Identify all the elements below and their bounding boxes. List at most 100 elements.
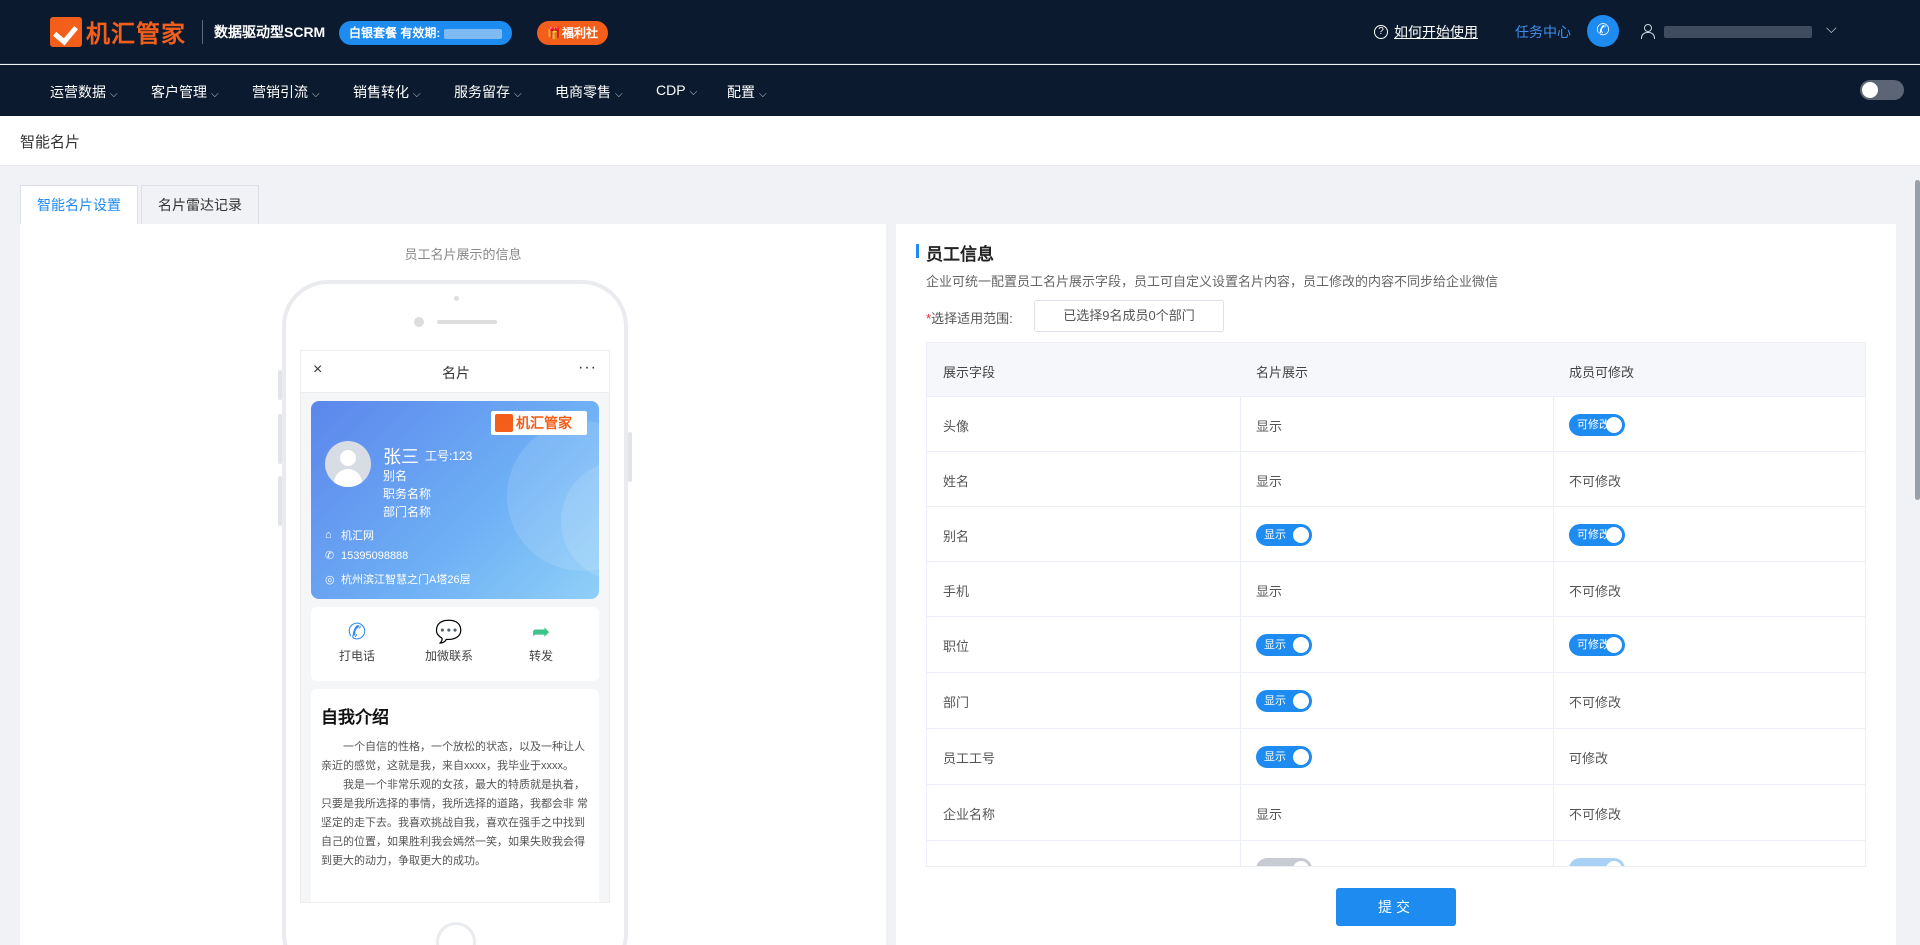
phone-icon: ✆	[325, 550, 335, 562]
main-nav: 运营数据 ⌵ 客户管理 ⌵ 营销引流 ⌵ 销售转化 ⌵ 服务留存 ⌵ 电商零售 ⌵ CDP ⌵…	[0, 65, 1920, 116]
wechat-action[interactable]: 💬 加微联系	[409, 617, 489, 664]
more-icon[interactable]: ···	[578, 359, 597, 377]
field-name: 部门	[943, 695, 970, 710]
card-address-text: 杭州滨江智慧之门A塔26层	[341, 574, 471, 586]
phone-mockup: × 名片 ··· 机汇管家 张三 工号:123 别名 职务名称 部门名称 ⌂ 机汇…	[278, 280, 632, 945]
intro-paragraph: 我是一个非常乐观的女孩，最大的特质就是执着，只要是我所选择的事情，我所选择的道路…	[321, 779, 589, 867]
editable-value: 可修改	[1569, 751, 1609, 766]
display-toggle[interactable]: 显示	[1256, 746, 1312, 768]
editable-toggle[interactable]: 可修改	[1569, 414, 1625, 436]
chevron-down-icon: ⌵	[759, 89, 767, 100]
location-icon: ◎	[325, 573, 335, 586]
card-name: 张三	[383, 447, 419, 467]
editable-value: 不可修改	[1569, 695, 1622, 710]
editable-value: 不可修改	[1569, 474, 1622, 489]
table-row: 头像 显示 可修改	[927, 397, 1865, 452]
field-name: 姓名	[943, 474, 970, 489]
chevron-down-icon: ⌵	[689, 87, 698, 98]
nav-item-config[interactable]: 配置 ⌵	[727, 82, 767, 102]
nav-item-marketing[interactable]: 营销引流 ⌵	[252, 82, 320, 102]
page-scrollbar[interactable]	[1915, 180, 1920, 500]
editable-toggle[interactable]: 可修改	[1569, 634, 1625, 656]
plan-badge[interactable]: 白银套餐 有效期:	[339, 21, 513, 45]
task-center-link[interactable]: 任务中心	[1515, 22, 1571, 42]
chevron-down-icon: ⌵	[312, 89, 320, 100]
phone-icon[interactable]: ✆	[1587, 15, 1619, 47]
avatar	[325, 441, 371, 487]
question-icon: ?	[1374, 25, 1388, 39]
table-row: 部门 显示 不可修改	[927, 673, 1865, 729]
display-toggle[interactable]: 显示	[1256, 524, 1312, 546]
editable-toggle[interactable]: 可修改	[1569, 524, 1625, 546]
tab-card-settings[interactable]: 智能名片设置	[20, 185, 138, 224]
preview-caption: 员工名片展示的信息	[404, 247, 522, 262]
tab-radar-records[interactable]: 名片雷达记录	[141, 185, 259, 224]
field-name: 别名	[943, 529, 970, 544]
call-action[interactable]: ✆ 打电话	[317, 617, 397, 664]
display-value: 显示	[1256, 584, 1283, 599]
business-card: 机汇管家 张三 工号:123 别名 职务名称 部门名称 ⌂ 机汇网 ✆ 153950…	[311, 401, 599, 599]
card-logo: 机汇管家	[491, 411, 587, 435]
display-toggle[interactable]	[1256, 858, 1312, 866]
nav-item-sales[interactable]: 销售转化 ⌵	[353, 82, 421, 102]
display-toggle[interactable]: 显示	[1256, 634, 1312, 656]
table-row: 员工工号 显示 可修改	[927, 729, 1865, 785]
section-marker	[916, 244, 919, 258]
nav-item-cdp[interactable]: CDP ⌵	[656, 82, 697, 98]
table-row: 企业名称 显示 不可修改	[927, 785, 1865, 841]
submit-button[interactable]: 提交	[1336, 888, 1456, 926]
chevron-down-icon: ⌵	[413, 89, 421, 100]
page-header: 智能名片	[0, 116, 1920, 166]
screen-title: 名片	[442, 365, 470, 381]
table-row: 别名 显示 可修改	[927, 507, 1865, 562]
table-header: 展示字段 名片展示 成员可修改	[927, 343, 1865, 397]
phone-side-button	[628, 432, 632, 482]
logo-divider	[202, 20, 203, 44]
nav-item-service[interactable]: 服务留存 ⌵	[454, 82, 522, 102]
phone-screen: × 名片 ··· 机汇管家 张三 工号:123 别名 职务名称 部门名称 ⌂ 机汇…	[300, 350, 610, 903]
card-logo-text: 机汇管家	[516, 415, 572, 431]
settings-panel: 员工信息 企业可统一配置员工名片展示字段，员工可自定义设置名片内容，员工修改的内…	[896, 224, 1896, 945]
wechat-icon: 💬	[435, 619, 463, 644]
field-name: 手机	[943, 584, 970, 599]
display-value: 显示	[1256, 474, 1283, 489]
chevron-down-icon: ⌵	[514, 89, 522, 100]
page-title: 智能名片	[20, 134, 81, 151]
user-icon	[1640, 24, 1655, 39]
welfare-badge[interactable]: 🎁福利社	[537, 21, 608, 45]
share-icon: ➦	[531, 619, 551, 644]
nav-item-customer[interactable]: 客户管理 ⌵	[151, 82, 219, 102]
brand-logo[interactable]: 机汇管家	[50, 14, 186, 49]
field-name: 职位	[943, 639, 970, 654]
help-link[interactable]: ? 如何开始使用	[1374, 22, 1478, 42]
column-header: 名片展示	[1256, 365, 1309, 380]
share-action[interactable]: ➦ 转发	[501, 617, 581, 664]
table-row: 职位 显示 可修改	[927, 617, 1865, 673]
display-value: 显示	[1256, 419, 1283, 434]
section-description: 企业可统一配置员工名片展示字段，员工可自定义设置名片内容，员工修改的内容不同步给…	[926, 274, 1499, 289]
nav-item-ops-data[interactable]: 运营数据 ⌵	[50, 82, 118, 102]
logo-check-icon	[495, 414, 513, 432]
card-department: 部门名称	[383, 505, 432, 519]
scope-select-button[interactable]: 已选择9名成员0个部门	[1034, 300, 1224, 332]
display-toggle[interactable]: 显示	[1256, 690, 1312, 712]
section-title: 员工信息	[926, 245, 994, 264]
field-name: 员工工号	[943, 751, 996, 766]
user-name-blurred[interactable]	[1664, 26, 1812, 38]
card-emp-no: 工号:123	[425, 449, 473, 463]
nav-item-ecommerce[interactable]: 电商零售 ⌵	[555, 82, 623, 102]
editable-value: 不可修改	[1569, 807, 1622, 822]
nav-label: 销售转化	[353, 84, 409, 100]
editable-toggle[interactable]	[1569, 858, 1625, 866]
phone-speaker	[437, 320, 497, 324]
welfare-label: 福利社	[561, 26, 598, 40]
table-row: 姓名 显示 不可修改	[927, 452, 1865, 507]
help-label: 如何开始使用	[1394, 24, 1478, 40]
home-icon: ⌂	[325, 529, 332, 541]
chevron-down-icon: ⌵	[110, 89, 118, 100]
theme-toggle[interactable]	[1860, 80, 1904, 100]
chevron-down-icon[interactable]: ⌵	[1826, 20, 1837, 37]
card-actions: ✆ 打电话 💬 加微联系 ➦ 转发	[311, 607, 599, 681]
action-label: 加微联系	[424, 649, 473, 663]
chevron-down-icon: ⌵	[211, 89, 219, 100]
